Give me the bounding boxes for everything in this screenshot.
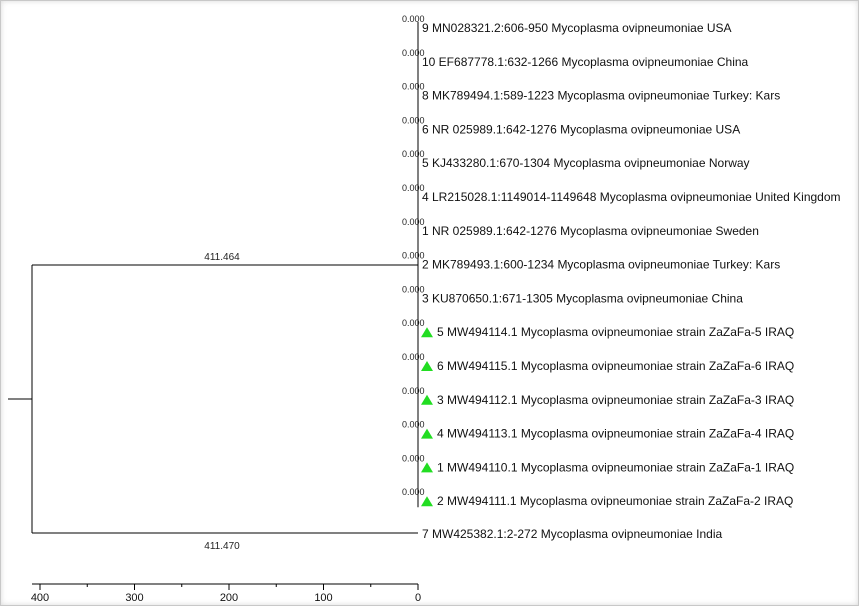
leaf-branch-length: 0.000 [402, 487, 425, 497]
leaf-label: 8 MK789494.1:589-1223 Mycoplasma ovipneu… [422, 89, 780, 103]
tree-edges [8, 22, 419, 534]
green-triangle-marker-icon [421, 462, 433, 473]
leaf-label: 6 NR 025989.1:642-1276 Mycoplasma ovipne… [422, 122, 740, 136]
clade-branch-length: 411.464 [204, 252, 240, 263]
leaf-label: 3 MW494112.1 Mycoplasma ovipneumoniae st… [437, 393, 794, 407]
leaf-branch-length: 0.000 [402, 318, 425, 328]
leaf-branch-length: 0.000 [402, 453, 425, 463]
phylogenetic-tree: 0.000 9 MN028321.2:606-950 Mycoplasma ovi… [8, 14, 841, 604]
leaf-label: 4 LR215028.1:1149014-1149648 Mycoplasma … [422, 190, 841, 204]
outgroup-leaf-label: 7 MW425382.1:2-272 Mycoplasma ovipneumon… [422, 527, 723, 541]
leaf-label: 6 MW494115.1 Mycoplasma ovipneumoniae st… [437, 359, 794, 373]
leaf-label: 2 MW494111.1 Mycoplasma ovipneumoniae st… [437, 494, 793, 508]
scale-tick-label: 300 [125, 592, 143, 604]
scale-tick-label: 200 [220, 592, 238, 604]
green-triangle-marker-icon [421, 361, 433, 371]
leaf-label: 5 MW494114.1 Mycoplasma ovipneumoniae st… [437, 325, 794, 339]
leaf-branch-length: 0.000 [402, 420, 425, 430]
leaf-label: 2 MK789493.1:600-1234 Mycoplasma ovipneu… [422, 258, 780, 272]
leaf-label: 3 KU870650.1:671-1305 Mycoplasma ovipneu… [422, 291, 743, 305]
leaf-label: 4 MW494113.1 Mycoplasma ovipneumoniae st… [437, 427, 794, 441]
leaf-branch-length: 0.000 [402, 386, 425, 396]
scale-tick-label: 400 [31, 592, 49, 604]
green-triangle-marker-icon [421, 496, 433, 507]
green-triangle-marker-icon [421, 327, 433, 338]
scale-tick-label: 0 [415, 592, 421, 604]
green-triangle-marker-icon [421, 428, 433, 439]
scale-axis: 400 300 200 100 0 [31, 583, 421, 604]
leaf-branch-length: 0.000 [402, 352, 425, 362]
outgroup-branch-length: 411.470 [204, 541, 240, 552]
leaf-label: 1 NR 025989.1:642-1276 Mycoplasma ovipne… [422, 224, 759, 238]
leaf-label: 10 EF687778.1:632-1266 Mycoplasma ovipne… [422, 55, 749, 69]
leaf-label: 5 KJ433280.1:670-1304 Mycoplasma ovipneu… [422, 156, 750, 170]
scale-tick-label: 100 [314, 592, 332, 604]
leaf-label: 1 MW494110.1 Mycoplasma ovipneumoniae st… [437, 460, 794, 474]
green-triangle-marker-icon [421, 394, 433, 405]
leaf-label: 9 MN028321.2:606-950 Mycoplasma ovipneum… [422, 21, 732, 35]
tree-leaves: 0.000 9 MN028321.2:606-950 Mycoplasma ovi… [402, 14, 841, 508]
